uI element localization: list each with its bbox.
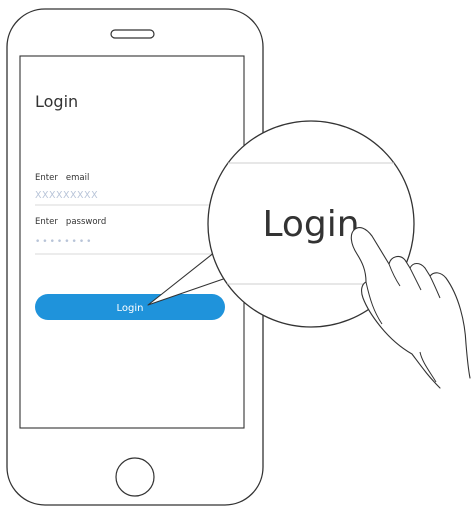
email-label: Enter email bbox=[35, 173, 89, 183]
login-illustration: Login Enter email XXXXXXXXX Enter passwo… bbox=[6, 8, 471, 506]
email-field[interactable]: XXXXXXXXX bbox=[35, 190, 98, 201]
login-button-label: Login bbox=[117, 303, 144, 314]
password-field[interactable]: •••••••• bbox=[35, 237, 93, 247]
zoomed-login-label: Login bbox=[262, 204, 359, 245]
home-button[interactable] bbox=[115, 457, 155, 497]
password-label: Enter password bbox=[35, 217, 106, 227]
login-title: Login bbox=[35, 92, 78, 111]
speaker-slot bbox=[110, 29, 155, 39]
